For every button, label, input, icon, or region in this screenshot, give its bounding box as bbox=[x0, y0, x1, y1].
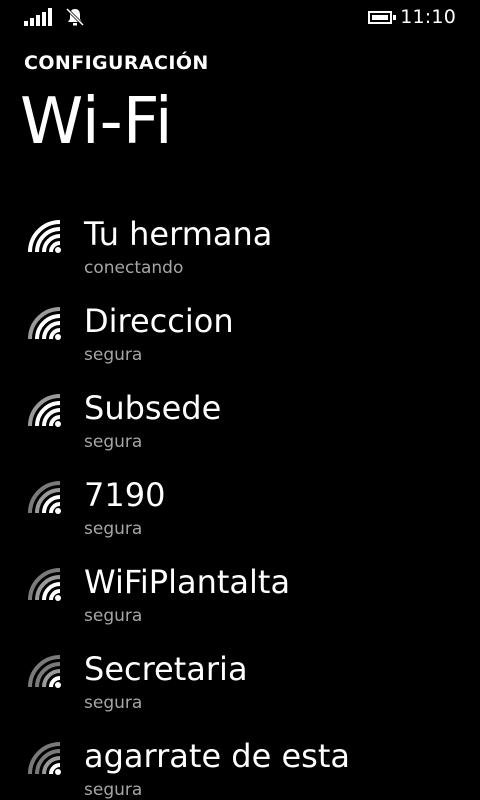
network-item[interactable]: Subsede segura bbox=[0, 386, 480, 473]
wifi-secure-icon bbox=[28, 568, 61, 601]
network-status: segura bbox=[84, 432, 143, 452]
network-item[interactable]: agarrate de esta segura bbox=[0, 734, 480, 800]
network-status: conectando bbox=[84, 258, 184, 278]
clock: 11:10 bbox=[400, 6, 456, 28]
network-item[interactable]: Direccion segura bbox=[0, 299, 480, 386]
battery-icon bbox=[368, 11, 396, 24]
status-bar: 11:10 bbox=[0, 0, 480, 36]
network-status: segura bbox=[84, 693, 143, 713]
network-list: Tu hermana conectando Direccion segura S… bbox=[0, 212, 480, 800]
network-status: segura bbox=[84, 519, 143, 539]
page-title: Wi-Fi bbox=[20, 85, 173, 159]
network-name: agarrate de esta bbox=[84, 737, 350, 775]
wifi-secure-icon bbox=[28, 307, 61, 340]
network-status: segura bbox=[84, 606, 143, 626]
network-name: WiFiPlantalta bbox=[84, 563, 291, 601]
wifi-secure-icon bbox=[28, 742, 61, 775]
network-item[interactable]: Tu hermana conectando bbox=[0, 212, 480, 299]
wifi-secure-icon bbox=[28, 655, 61, 688]
quiet-hours-bell-icon bbox=[65, 7, 85, 27]
network-item[interactable]: 7190 segura bbox=[0, 473, 480, 560]
wifi-secure-icon bbox=[28, 481, 61, 514]
network-status: segura bbox=[84, 780, 143, 800]
wifi-signal-icon bbox=[28, 220, 61, 253]
network-name: Secretaria bbox=[84, 650, 248, 688]
settings-screen: 11:10 CONFIGURACIÓN Wi-Fi Tu hermana con… bbox=[0, 0, 480, 800]
network-name: Direccion bbox=[84, 302, 234, 340]
network-name: Tu hermana bbox=[84, 215, 273, 253]
network-name: Subsede bbox=[84, 389, 222, 427]
signal-strength-icon bbox=[24, 8, 52, 26]
network-name: 7190 bbox=[84, 476, 166, 514]
wifi-secure-icon bbox=[28, 394, 61, 427]
network-item[interactable]: Secretaria segura bbox=[0, 647, 480, 734]
app-title: CONFIGURACIÓN bbox=[24, 52, 209, 74]
network-item[interactable]: WiFiPlantalta segura bbox=[0, 560, 480, 647]
network-status: segura bbox=[84, 345, 143, 365]
